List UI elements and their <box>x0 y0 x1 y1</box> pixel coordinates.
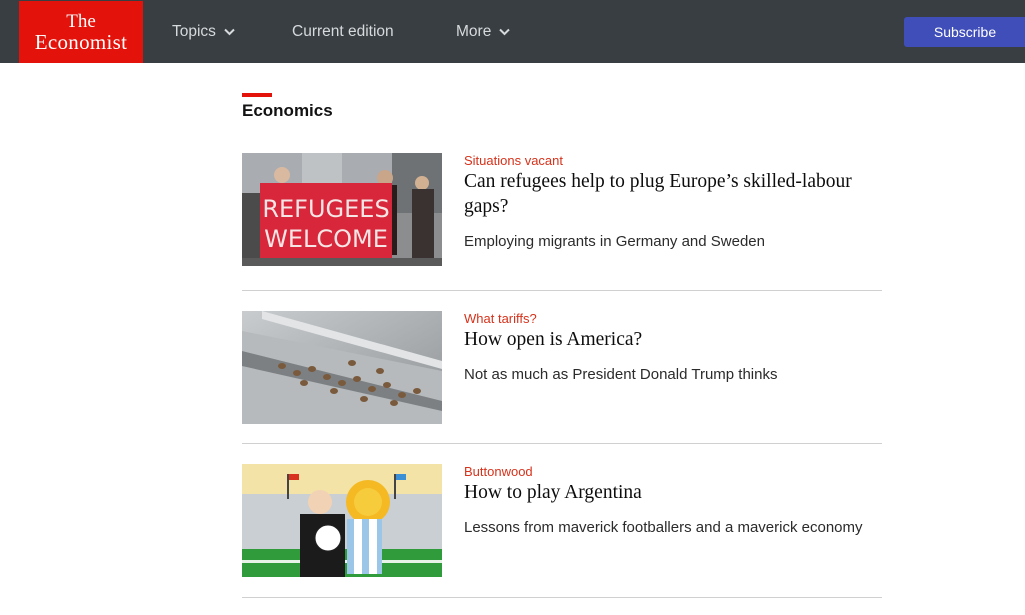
nav-more[interactable]: More <box>456 0 511 63</box>
logo-line-1: The <box>66 11 96 32</box>
article-item: Buttonwood How to play Argentina Lessons… <box>242 464 882 577</box>
section-accent-rule <box>242 93 272 97</box>
article-headline-link[interactable]: How to play Argentina <box>464 480 884 505</box>
article-item: REFUGEES WELCOME Situations vacant Can r… <box>242 153 882 268</box>
article-rubric: Not as much as President Donald Trump th… <box>464 366 778 383</box>
top-navigation-bar: The Economist Topics Current edition Mor… <box>0 0 1025 63</box>
chevron-down-icon <box>499 28 511 35</box>
article-headline-link[interactable]: Can refugees help to plug Europe’s skill… <box>464 169 884 219</box>
nav-current-edition-label: Current edition <box>292 22 394 40</box>
logo-line-2: Economist <box>34 30 128 54</box>
banner-text-line-2: WELCOME <box>264 225 388 253</box>
article-divider <box>242 443 882 444</box>
nav-current-edition[interactable]: Current edition <box>292 0 394 63</box>
article-image-conveyor-beans[interactable] <box>242 311 442 424</box>
article-headline-link[interactable]: How open is America? <box>464 327 884 352</box>
article-image-argentina-illustration[interactable] <box>242 464 442 577</box>
banner-text-line-1: REFUGEES <box>262 195 389 223</box>
article-divider <box>242 597 882 598</box>
section-title: Economics <box>242 101 333 120</box>
article-flytitle: What tariffs? <box>464 311 537 326</box>
subscribe-button[interactable]: Subscribe <box>904 17 1025 47</box>
economist-logo[interactable]: The Economist <box>19 1 143 63</box>
article-rubric: Employing migrants in Germany and Sweden <box>464 233 765 250</box>
article-flytitle: Buttonwood <box>464 464 533 479</box>
article-image-refugees[interactable]: REFUGEES WELCOME <box>242 153 442 266</box>
nav-more-label: More <box>456 22 492 40</box>
article-rubric: Lessons from maverick footballers and a … <box>464 519 863 536</box>
nav-topics-label: Topics <box>172 22 216 40</box>
nav-topics[interactable]: Topics <box>172 0 235 63</box>
article-flytitle: Situations vacant <box>464 153 564 168</box>
article-divider <box>242 290 882 291</box>
article-item: What tariffs? How open is America? Not a… <box>242 311 882 424</box>
chevron-down-icon <box>224 28 235 35</box>
